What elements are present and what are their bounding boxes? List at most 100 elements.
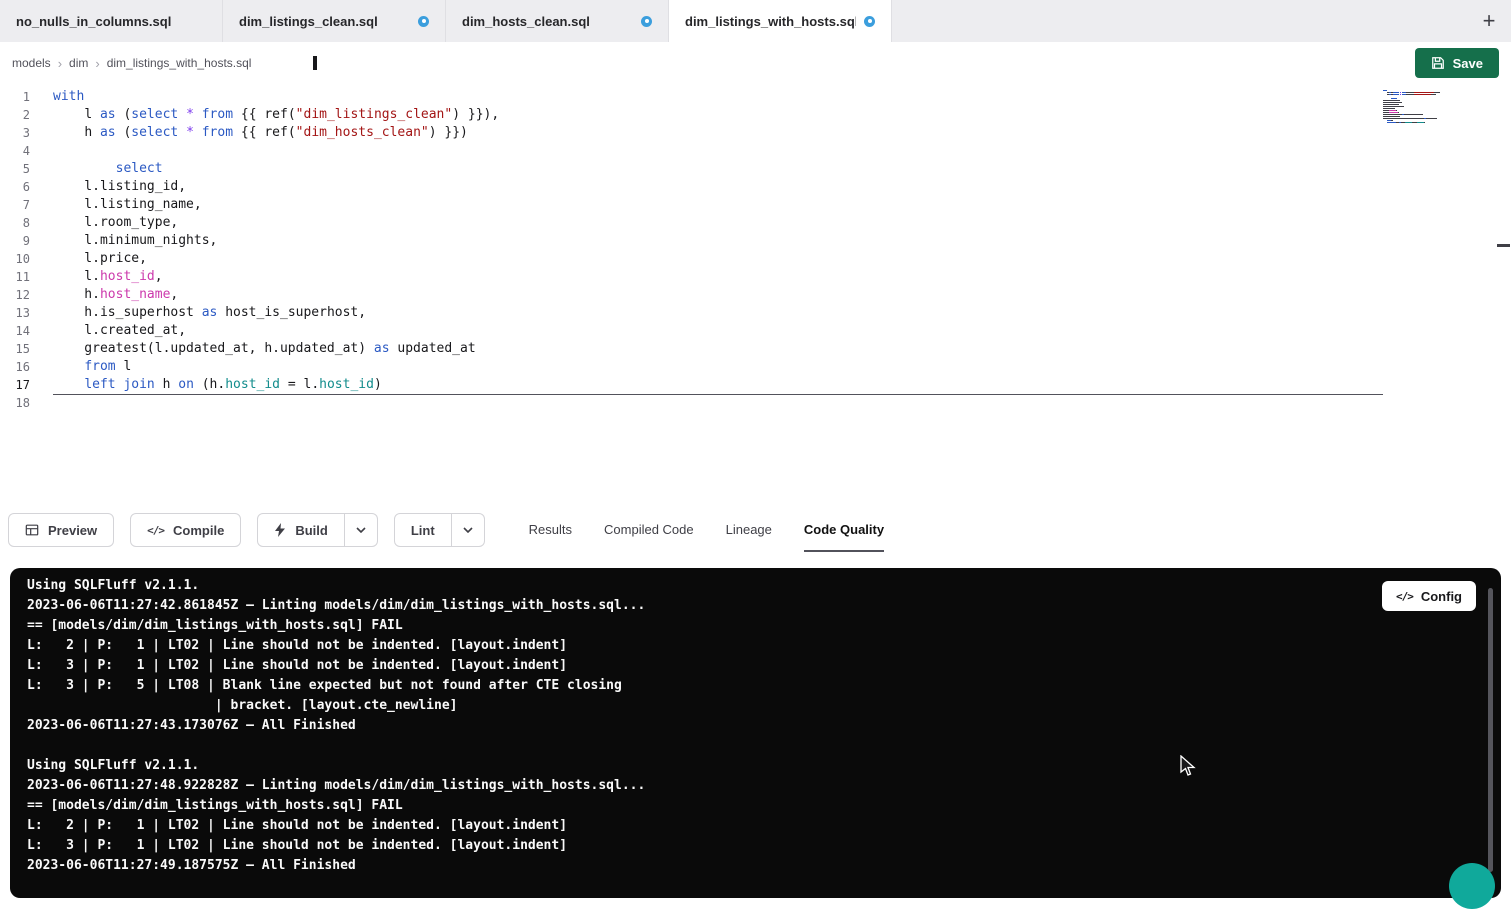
code-line[interactable]: greatest(l.updated_at, h.updated_at) as …: [53, 340, 1383, 358]
breadcrumb-item[interactable]: dim_listings_with_hosts.sql: [107, 56, 252, 70]
minimap-line: [1383, 90, 1463, 91]
editor-scrollbar-marker[interactable]: [1497, 244, 1510, 247]
code-line[interactable]: l as (select * from {{ ref("dim_listings…: [53, 106, 1383, 124]
terminal-line: Using SQLFluff v2.1.1.: [27, 576, 1501, 596]
code-line[interactable]: l.minimum_nights,: [53, 232, 1383, 250]
minimap-token: [1414, 94, 1431, 95]
code-token: with: [53, 89, 84, 104]
minimap-token: [1391, 120, 1393, 121]
code-token: ,: [170, 287, 178, 302]
code-token: on: [178, 377, 194, 392]
panel-tab-results[interactable]: Results: [529, 508, 572, 552]
code-token: host_id: [100, 269, 155, 284]
compile-button[interactable]: </> Compile: [130, 513, 241, 547]
terminal-scrollbar[interactable]: [1488, 588, 1493, 872]
code-line[interactable]: with: [53, 88, 1383, 106]
tab-label: dim_listings_with_hosts.sql: [685, 14, 856, 29]
terminal-output: Using SQLFluff v2.1.1.2023-06-06T11:27:4…: [27, 576, 1501, 876]
code-line[interactable]: l.host_id,: [53, 268, 1383, 286]
panel-tab-code-quality[interactable]: Code Quality: [804, 508, 884, 552]
panel-tab-compiled-code[interactable]: Compiled Code: [604, 508, 694, 552]
code-line[interactable]: left join h on (h.host_id = l.host_id): [53, 376, 1383, 394]
minimap-token: [1383, 98, 1391, 99]
line-number: 15: [0, 340, 30, 358]
new-tab-button[interactable]: +: [1467, 0, 1511, 42]
chevron-down-icon: [463, 527, 473, 533]
code-line[interactable]: h.is_superhost as host_is_superhost,: [53, 304, 1383, 322]
unsaved-changes-icon[interactable]: [418, 16, 429, 27]
build-dropdown-button[interactable]: [345, 513, 378, 547]
code-token: = l.: [280, 377, 319, 392]
code-token: greatest(l.updated_at, h.updated_at): [53, 341, 374, 356]
panel-tab-lineage[interactable]: Lineage: [726, 508, 772, 552]
code-token: l.created_at,: [53, 323, 186, 338]
minimap-token: [1406, 94, 1414, 95]
line-number: 9: [0, 232, 30, 250]
build-label: Build: [295, 523, 328, 538]
line-number: 13: [0, 304, 30, 322]
code-editor[interactable]: 123456789101112131415161718 with l as (s…: [0, 84, 1511, 508]
save-button[interactable]: Save: [1415, 48, 1499, 78]
lint-dropdown-button[interactable]: [452, 513, 485, 547]
editor-tab[interactable]: dim_hosts_clean.sql: [446, 0, 669, 42]
code-line[interactable]: l.price,: [53, 250, 1383, 268]
minimap-token: [1383, 108, 1395, 109]
minimap-line: [1383, 124, 1463, 125]
lint-button[interactable]: Lint: [394, 513, 452, 547]
terminal-line: Using SQLFluff v2.1.1.: [27, 756, 1501, 776]
code-token: left join: [84, 377, 154, 392]
minimap-token: [1424, 122, 1425, 123]
terminal-line: 2023-06-06T11:27:48.922828Z — Linting mo…: [27, 776, 1501, 796]
code-token: *: [186, 125, 194, 140]
code-line[interactable]: l.listing_id,: [53, 178, 1383, 196]
editor-tab[interactable]: dim_listings_with_hosts.sql: [669, 0, 892, 42]
code-line[interactable]: select: [53, 160, 1383, 178]
breadcrumb-item[interactable]: models: [12, 56, 51, 70]
minimap-token: [1426, 118, 1437, 119]
unsaved-changes-icon[interactable]: [864, 16, 875, 27]
save-label: Save: [1453, 56, 1483, 71]
editor-tab[interactable]: no_nulls_in_columns.sql: [0, 0, 223, 42]
minimap-token: [1383, 100, 1400, 101]
tab-label: dim_listings_clean.sql: [239, 14, 378, 29]
minimap-token: [1391, 98, 1397, 99]
line-number: 18: [0, 394, 30, 412]
text-caret: [313, 56, 317, 70]
minimap-line: [1383, 96, 1463, 97]
breadcrumb-item[interactable]: dim: [69, 56, 88, 70]
code-token: h.is_superhost: [53, 305, 202, 320]
terminal-line: L: 3 | P: 1 | LT02 | Line should not be …: [27, 836, 1501, 856]
unsaved-changes-icon[interactable]: [641, 16, 652, 27]
minimap-line: [1383, 104, 1463, 105]
code-line[interactable]: h as (select * from {{ ref("dim_hosts_cl…: [53, 124, 1383, 142]
line-number: 5: [0, 160, 30, 178]
code-line[interactable]: [53, 142, 1383, 160]
code-token: "dim_listings_clean": [296, 107, 453, 122]
code-token: from: [202, 125, 233, 140]
code-token: l: [84, 107, 100, 122]
code-token: updated_at: [390, 341, 476, 356]
chevron-down-icon: [356, 527, 366, 533]
code-line[interactable]: l.listing_name,: [53, 196, 1383, 214]
code-line[interactable]: h.host_name,: [53, 286, 1383, 304]
code-line[interactable]: from l: [53, 358, 1383, 376]
minimap[interactable]: [1383, 90, 1463, 126]
config-button[interactable]: </> Config: [1382, 581, 1476, 611]
code-line[interactable]: l.room_type,: [53, 214, 1383, 232]
lint-label: Lint: [411, 523, 435, 538]
code-token: [53, 377, 84, 392]
line-number: 4: [0, 142, 30, 160]
line-number: 14: [0, 322, 30, 340]
minimap-token: [1387, 122, 1396, 123]
terminal-line: == [models/dim/dim_listings_with_hosts.s…: [27, 616, 1501, 636]
editor-tab[interactable]: dim_listings_clean.sql: [223, 0, 446, 42]
code-line[interactable]: [53, 394, 1383, 412]
code-token: as: [100, 107, 116, 122]
preview-button[interactable]: Preview: [8, 513, 114, 547]
code-token: {{ ref(: [233, 107, 296, 122]
help-bubble[interactable]: [1449, 863, 1495, 909]
code-line[interactable]: l.created_at,: [53, 322, 1383, 340]
code-token: *: [186, 107, 194, 122]
code-content: with l as (select * from {{ ref("dim_lis…: [53, 88, 1383, 508]
build-button[interactable]: Build: [257, 513, 345, 547]
